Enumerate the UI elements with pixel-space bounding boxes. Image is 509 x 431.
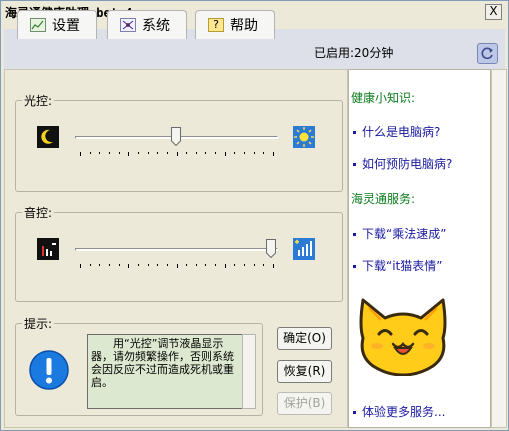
slider-tick	[138, 152, 139, 154]
download-link-2[interactable]: 下载“it猫表情”	[353, 257, 442, 274]
moon-icon	[37, 126, 59, 148]
brightness-group-label: 光控:	[22, 92, 55, 109]
slider-tick	[254, 152, 255, 154]
hint-scrollbar[interactable]	[242, 334, 256, 409]
settings-panel: 光控: 音控: 提示: 用“光控”调节液晶显示器，请勿频繁操作，否则系统会因反应…	[4, 69, 348, 428]
hint-textbox[interactable]: 用“光控”调节液晶显示器，请勿频繁操作，否则系统会因反应不过而造成死机或重启。	[87, 334, 243, 409]
more-services-label: 体验更多服务...	[362, 405, 446, 419]
cat-face-icon	[355, 296, 451, 377]
download-link-2-label: 下载“it猫表情”	[362, 259, 443, 273]
slider-tick	[215, 152, 216, 154]
tip-link-1-label: 什么是电脑病?	[362, 125, 441, 139]
app-window: 海灵通健康助理 beta4 X 设置 系统 ? 帮助 已启用:20分钟 光控:	[0, 0, 509, 431]
system-sparkle-icon	[120, 18, 136, 32]
close-button[interactable]: X	[485, 4, 502, 20]
slider-tick	[148, 264, 149, 266]
protect-button[interactable]: 保护(B)	[277, 392, 332, 415]
slider-tick	[138, 264, 139, 266]
volume-high-icon	[293, 238, 315, 260]
tip-link-1[interactable]: 什么是电脑病?	[353, 123, 440, 140]
slider-tick	[109, 152, 110, 154]
tip-link-2-label: 如何预防电脑病?	[362, 157, 453, 171]
slider-tick	[215, 264, 216, 266]
ok-button[interactable]: 确定(O)	[277, 327, 332, 350]
slider-tick	[119, 264, 120, 266]
brightness-slider-thumb[interactable]	[171, 127, 181, 147]
bullet	[353, 411, 356, 414]
slider-tick	[234, 152, 235, 154]
slider-tick	[119, 152, 120, 154]
tab-settings-label: 设置	[52, 18, 80, 34]
restore-button[interactable]: 恢复(R)	[277, 360, 332, 383]
slider-tick	[186, 264, 187, 266]
slider-tick	[254, 264, 255, 266]
tab-system[interactable]: 系统	[107, 10, 187, 39]
slider-tick	[177, 152, 178, 156]
volume-group-label: 音控:	[22, 204, 55, 221]
bullet	[353, 163, 356, 166]
slider-tick	[128, 152, 129, 156]
slider-tick	[205, 264, 206, 266]
download-link-1[interactable]: 下载“乘法速成”	[353, 225, 446, 242]
tab-help[interactable]: ? 帮助	[195, 10, 275, 39]
sidebar-scrollbar[interactable]	[491, 69, 507, 428]
slider-tick	[225, 264, 226, 268]
refresh-button[interactable]	[477, 43, 498, 64]
hint-group-label: 提示:	[22, 315, 55, 332]
uptime-text: 已启用:20分钟	[314, 46, 394, 60]
download-link-1-label: 下载“乘法速成”	[362, 227, 447, 241]
bullet	[353, 265, 356, 268]
slider-tick	[196, 152, 197, 154]
slider-tick	[234, 264, 235, 266]
tip-link-2[interactable]: 如何预防电脑病?	[353, 155, 452, 172]
slider-tick	[205, 152, 206, 154]
slider-tick	[177, 264, 178, 268]
tab-settings[interactable]: 设置	[17, 10, 97, 39]
slider-tick	[263, 152, 264, 154]
slider-tick	[80, 264, 81, 268]
slider-tick	[186, 152, 187, 154]
slider-tick	[244, 152, 245, 154]
slider-tick	[90, 264, 91, 266]
info-icon	[29, 350, 69, 390]
more-services-link[interactable]: 体验更多服务...	[353, 403, 445, 420]
slider-tick	[167, 264, 168, 266]
slider-tick	[263, 264, 264, 266]
bullet	[353, 131, 356, 134]
slider-tick	[273, 152, 274, 156]
health-tips-heading: 健康小知识:	[351, 91, 416, 105]
refresh-icon	[481, 47, 493, 60]
slider-tick	[90, 152, 91, 154]
slider-tick	[80, 152, 81, 156]
slider-tick	[157, 264, 158, 266]
slider-tick	[99, 264, 100, 266]
slider-tick	[196, 264, 197, 266]
slider-tick	[225, 152, 226, 156]
slider-tick	[99, 152, 100, 154]
bullet	[353, 233, 356, 236]
volume-slider-thumb[interactable]	[266, 239, 276, 259]
slider-tick	[244, 264, 245, 266]
sun-icon	[293, 126, 315, 148]
volume-slider-track[interactable]	[75, 248, 278, 251]
tab-help-label: 帮助	[230, 18, 258, 34]
slider-tick	[157, 152, 158, 154]
help-question-icon: ?	[208, 18, 224, 32]
hint-text: 用“光控”调节液晶显示器，请勿频繁操作，否则系统会因反应不过而造成死机或重启。	[91, 337, 234, 389]
tab-system-label: 系统	[142, 18, 170, 34]
settings-chart-icon	[30, 18, 46, 32]
slider-tick	[273, 264, 274, 268]
services-heading: 海灵通服务:	[351, 192, 416, 206]
slider-tick	[128, 264, 129, 268]
slider-tick	[148, 152, 149, 154]
slider-tick	[109, 264, 110, 266]
volume-low-icon	[37, 238, 59, 260]
slider-tick	[167, 152, 168, 154]
info-sidebar: 健康小知识: 什么是电脑病? 如何预防电脑病? 海灵通服务: 下载“乘法速成” …	[348, 69, 491, 428]
